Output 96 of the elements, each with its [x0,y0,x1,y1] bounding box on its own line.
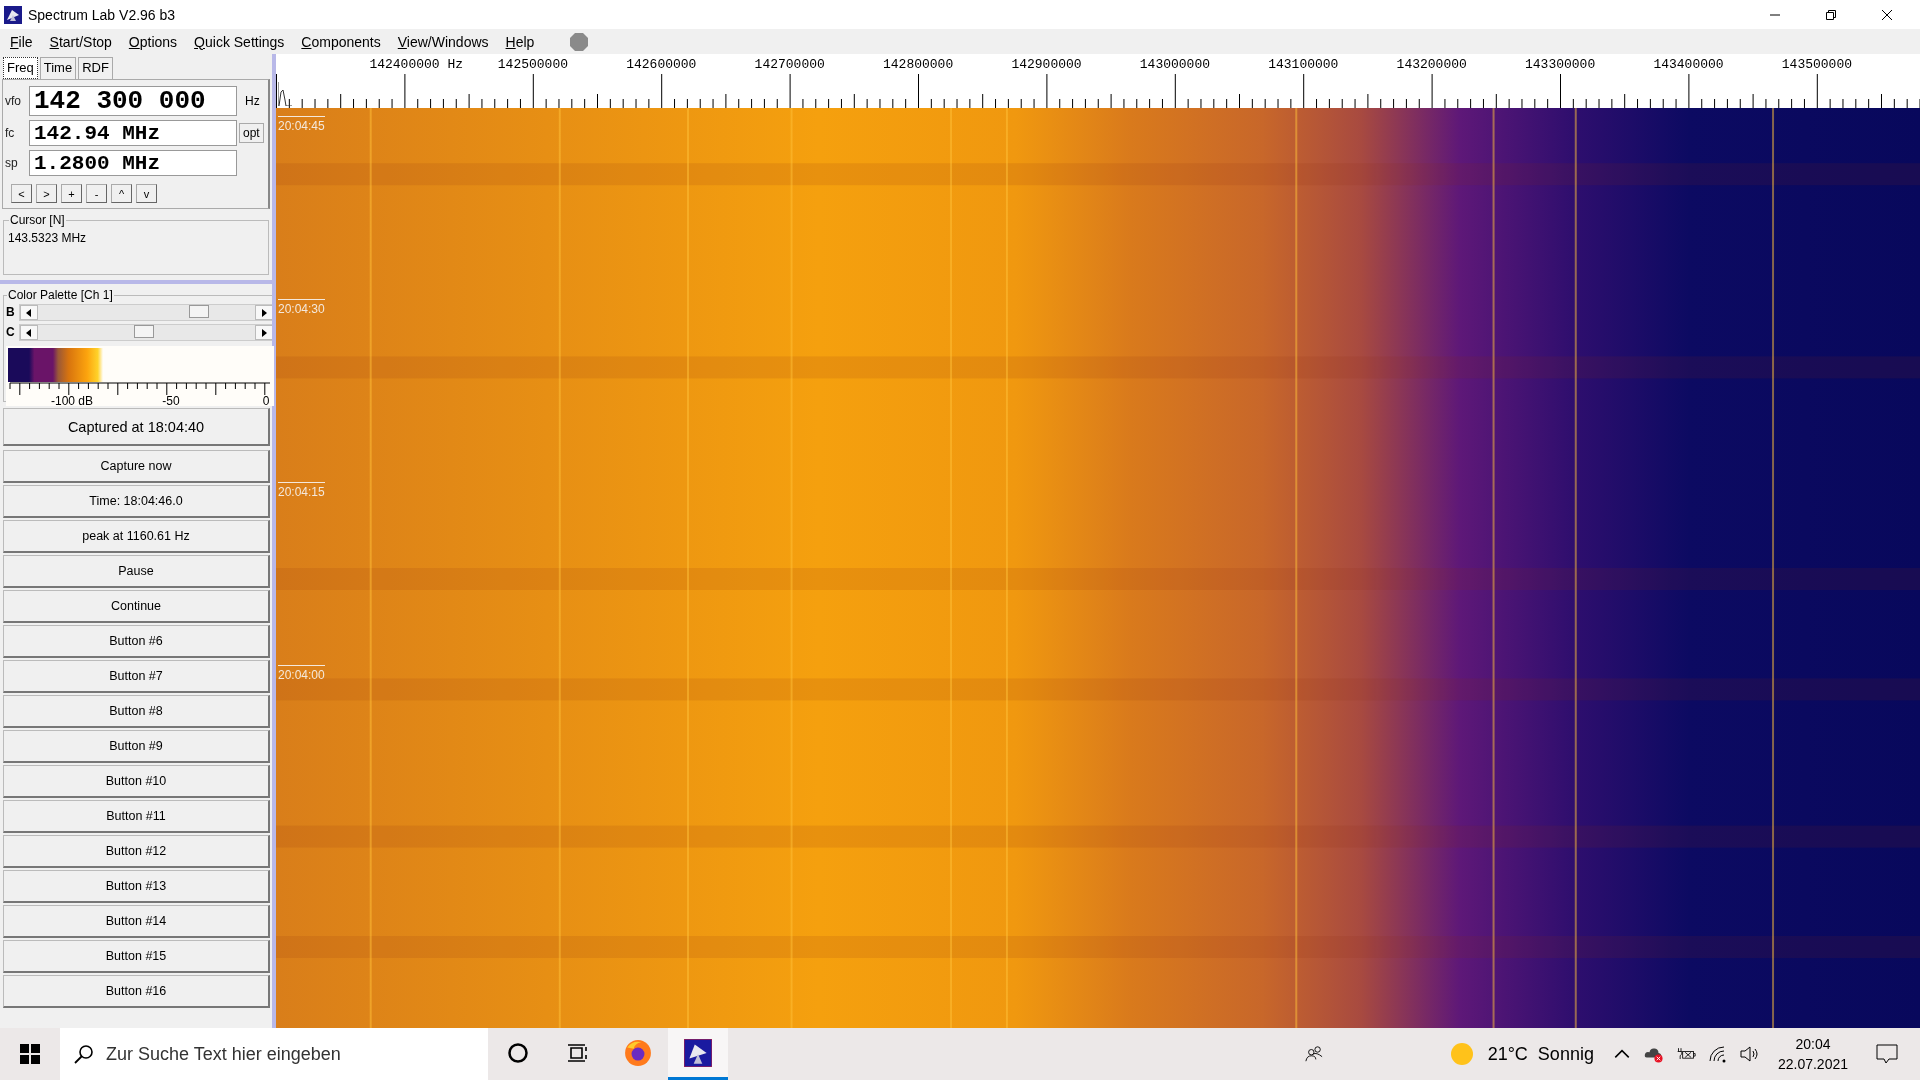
unit-label: Hz [245,94,260,108]
time-label: 20:04:45 [278,116,325,133]
cloud-error-icon[interactable] [1643,1045,1664,1063]
menu-item[interactable]: Help [505,33,535,50]
frequency-label: 143300000 [1525,57,1596,72]
slider-label: B [6,305,16,319]
wifi-icon[interactable] [1707,1045,1728,1063]
frequency-label: 142400000 Hz [369,57,463,72]
field-label: fc [5,126,16,140]
time-label: 20:04:15 [278,482,325,499]
command-button[interactable]: Button #13 [3,870,270,903]
menu-item[interactable]: Quick Settings [194,33,285,50]
nav-button[interactable]: < [11,184,32,203]
time-label: 20:04:30 [278,299,325,316]
menu-item[interactable]: Components [301,33,381,50]
app-icon [4,5,22,24]
taskbar-app[interactable] [668,1028,728,1080]
command-button[interactable]: Button #6 [3,625,270,658]
command-button[interactable]: Continue [3,590,270,623]
command-button[interactable]: Time: 18:04:46.0 [3,485,270,518]
menu-item[interactable]: Start/Stop [49,33,112,50]
command-button[interactable]: Button #16 [3,975,270,1008]
command-button[interactable]: Button #15 [3,940,270,973]
command-button[interactable]: peak at 1160.61 Hz [3,520,270,553]
clock-time: 20:04 [1795,1036,1831,1052]
command-button[interactable]: Button #7 [3,660,270,693]
slider[interactable] [19,303,274,321]
command-button[interactable]: Button #10 [3,765,270,798]
menu-item[interactable]: File [10,33,33,50]
scale-label: -50 [162,394,180,408]
vfo-field[interactable]: 142 300 000 [29,86,237,116]
nav-button[interactable]: ^ [111,184,132,203]
task-view-icon [567,1041,589,1064]
nav-button[interactable]: + [61,184,82,203]
left-arrow-icon[interactable] [26,328,32,337]
frequency-label: 143200000 [1396,57,1467,72]
slider-label: C [6,325,16,339]
windows-start-icon[interactable] [20,1044,40,1064]
field-label: sp [5,156,19,170]
options-button[interactable]: opt [239,123,264,143]
right-arrow-icon[interactable] [261,328,267,337]
frequency-label: 142700000 [754,57,825,72]
scale-label: 0 [262,394,270,408]
status-indicator-icon [569,31,590,52]
frequency-label: 142600000 [626,57,697,72]
restore-icon[interactable] [1826,9,1836,20]
field-label: vfo [5,94,22,108]
scale-label: -100 dB [51,394,93,408]
frequency-label: 143100000 [1268,57,1339,72]
menu-item[interactable]: Options [128,33,178,50]
spectrum-trace [278,80,292,106]
frequency-label: 143400000 [1653,57,1724,72]
command-button[interactable]: Captured at 18:04:40 [3,408,270,446]
command-button[interactable]: Pause [3,555,270,588]
nav-button[interactable]: - [86,184,107,203]
window-title: Spectrum Lab V2.96 b3 [28,6,176,23]
command-button[interactable]: Button #8 [3,695,270,728]
time-label: 20:04:00 [278,665,325,682]
command-button[interactable]: Button #9 [3,730,270,763]
command-button[interactable]: Button #14 [3,905,270,938]
tab[interactable]: RDF [78,57,113,79]
cursor-value: 143.5323 MHz [8,231,88,245]
left-arrow-icon[interactable] [26,308,32,317]
slider-thumb[interactable] [188,304,209,318]
menu-item[interactable]: View/Windows [397,33,489,50]
people-icon[interactable] [1303,1045,1324,1063]
command-button[interactable]: Capture now [3,450,270,483]
notification-icon[interactable] [1876,1044,1898,1064]
browser-icon [624,1038,652,1067]
weather-text[interactable]: 21°C Sonnig [1487,1043,1594,1065]
search-field[interactable]: Zur Suche Text hier eingeben [60,1028,488,1080]
right-arrow-icon[interactable] [261,308,267,317]
slider-thumb[interactable] [134,324,155,338]
close-icon[interactable] [1882,9,1892,20]
app-icon [684,1038,712,1067]
clock[interactable]: 20:04 22.07.2021 [1777,1036,1848,1072]
nav-button[interactable]: v [136,184,157,203]
center-frequency-field[interactable]: 142.94 MHz [29,120,237,146]
slider[interactable] [19,323,274,341]
nav-button[interactable]: > [36,184,57,203]
group-title: Cursor [N] [9,213,66,227]
span-field[interactable]: 1.2800 MHz [29,150,237,176]
frequency-label: 142900000 [1011,57,1082,72]
command-button[interactable]: Button #11 [3,800,270,833]
frequency-label: 142500000 [497,57,568,72]
tab[interactable]: Time [39,57,77,79]
search-icon [74,1044,94,1064]
frequency-label: 143500000 [1781,57,1852,72]
speaker-icon[interactable] [1739,1045,1760,1063]
circle-icon [507,1041,529,1064]
clock-date: 22.07.2021 [1777,1056,1848,1072]
frequency-label: 143000000 [1139,57,1210,72]
group-title: Color Palette [Ch 1] [7,288,114,302]
command-button[interactable]: Button #12 [3,835,270,868]
frequency-label: 142800000 [883,57,954,72]
tab[interactable]: Freq [3,57,38,79]
